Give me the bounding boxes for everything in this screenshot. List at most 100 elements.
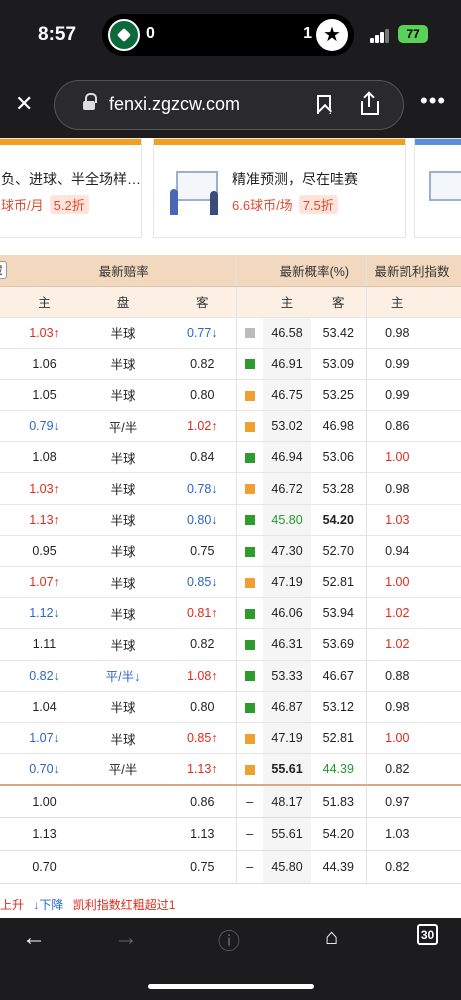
company-color-cell: [235, 504, 264, 536]
status-bar: 8:57 0 1 ★ 77: [0, 0, 461, 70]
summary-dash: –: [235, 783, 264, 819]
table-row: 1.03↑ 半球 0.77↓ 46.58 53.42 0.98: [0, 317, 461, 349]
web-content: 负、进球、半全场样… 球币/月 5.2折 精准预测，尽在哇赛 6.6球币/场 7.5…: [0, 138, 461, 918]
odds-table: 藏 最新赔率 最新概率(%) 最新凯利指数 主 盘 客 主 客 主: [0, 255, 461, 885]
live-activity[interactable]: 0 1 ★: [102, 14, 354, 56]
prob-home: 46.06: [263, 597, 312, 630]
summary-handicap: [77, 850, 169, 885]
prob-home: 46.31: [263, 628, 312, 661]
bookmark-icon[interactable]: [317, 95, 331, 114]
prob-home: 46.75: [263, 379, 312, 412]
row-spacer: [0, 348, 12, 380]
tabs-button[interactable]: 30: [417, 924, 438, 945]
handicap: 平/半: [77, 753, 169, 786]
away-odds: 0.75: [169, 535, 237, 568]
share-icon[interactable]: [361, 91, 379, 115]
prob-away: 44.39: [311, 753, 367, 786]
prob-away: 53.94: [311, 597, 367, 630]
row-trailing: [428, 441, 461, 474]
kelly-home: 0.94: [365, 535, 429, 568]
company-color-cell: [235, 628, 264, 661]
back-icon[interactable]: ←: [22, 924, 46, 952]
table-row: 1.11 半球 0.82 46.31 53.69 1.02: [0, 628, 461, 661]
kelly-home: 0.99: [365, 379, 429, 412]
prob-home: 46.94: [263, 441, 312, 474]
away-score: 1: [303, 25, 312, 42]
prob-home: 45.80: [263, 504, 312, 536]
summary-handicap: [77, 817, 169, 852]
summary-home: 1.13: [12, 817, 77, 852]
promo-banner-1[interactable]: 负、进球、半全场样… 球币/月 5.2折: [0, 138, 142, 238]
promo-banner-2[interactable]: 精准预测，尽在哇赛 6.6球币/场 7.5折: [153, 138, 406, 238]
promo-2-text: 精准预测，尽在哇赛: [232, 171, 358, 187]
more-icon[interactable]: •••: [420, 88, 446, 114]
prob-home: 53.33: [263, 660, 312, 692]
home-icon[interactable]: ⌂: [325, 924, 338, 950]
summary-row: 1.00 0.86–48.17 51.83 0.97: [0, 783, 461, 819]
close-icon[interactable]: ✕: [15, 91, 33, 117]
prob-home: 46.91: [263, 348, 312, 380]
prob-home: 53.02: [263, 410, 312, 443]
company-color-cell: [235, 753, 264, 786]
subheader-prob-home: 主: [263, 286, 312, 318]
hide-button[interactable]: 藏: [0, 261, 7, 280]
forward-icon[interactable]: →: [114, 924, 138, 952]
url-text: fenxi.zgzcw.com: [109, 94, 241, 114]
assistant-icon[interactable]: ⓘ: [218, 924, 240, 956]
table-row: 0.70↓ 平/半 1.13↑ 55.61 44.39 0.82: [0, 753, 461, 786]
promo-banner-3[interactable]: [414, 138, 461, 238]
row-trailing: [428, 628, 461, 661]
table-row: 0.79↓ 平/半 1.02↑ 53.02 46.98 0.86: [0, 410, 461, 443]
browser-toolbar: ← → ⓘ ⌂ 30: [0, 918, 461, 1000]
away-odds: 0.85↓: [169, 566, 237, 599]
away-odds: 0.80: [169, 379, 237, 412]
table-row: 1.08 半球 0.84 46.94 53.06 1.00: [0, 441, 461, 474]
row-spacer: [0, 379, 12, 412]
home-odds: 1.07↓: [12, 722, 77, 755]
row-trailing: [428, 817, 461, 852]
summary-row: 1.13 1.13–55.61 54.20 1.03: [0, 817, 461, 852]
row-trailing: [428, 783, 461, 819]
subheader-home: 主: [12, 286, 77, 318]
subheader-away: 客: [169, 286, 237, 318]
company-color-cell: [235, 535, 264, 568]
address-bar[interactable]: fenxi.zgzcw.com: [54, 80, 404, 130]
kelly-home: 1.02: [365, 597, 429, 630]
table-row: 1.05 半球 0.80 46.75 53.25 0.99: [0, 379, 461, 412]
handicap: 半球: [77, 722, 169, 755]
prob-away: 53.69: [311, 628, 367, 661]
legend: 上升 ↓下降 凯利指数红粗超过1: [0, 896, 175, 913]
table-row: 1.07↓ 半球 0.85↑ 47.19 52.81 1.00: [0, 722, 461, 755]
kelly-home: 1.00: [365, 441, 429, 474]
subheader-prob-away: 客: [311, 286, 367, 318]
handicap: 半球: [77, 441, 169, 474]
row-trailing: [428, 691, 461, 723]
company-color-cell: [235, 597, 264, 630]
table-row: 1.03↑ 半球 0.78↓ 46.72 53.28 0.98: [0, 472, 461, 505]
kelly-home: 0.99: [365, 348, 429, 380]
status-square-icon: [244, 515, 255, 526]
header-kelly-index: 最新凯利指数: [365, 255, 461, 287]
prob-home: 47.30: [263, 535, 312, 568]
summary-handicap: [77, 783, 169, 819]
kelly-home: 0.98: [365, 691, 429, 723]
row-trailing: [428, 472, 461, 505]
away-team-logo-icon: ★: [316, 19, 348, 51]
row-spacer: [0, 317, 12, 349]
home-odds: 1.11: [12, 628, 77, 661]
away-odds: 0.81↑: [169, 597, 237, 630]
status-square-icon: [244, 390, 255, 401]
kelly-home: 1.00: [365, 722, 429, 755]
table-row: 0.95 半球 0.75 47.30 52.70 0.94: [0, 535, 461, 568]
away-odds: 0.82: [169, 348, 237, 380]
kelly-home: 0.86: [365, 410, 429, 443]
promo-2-price: 6.6球币/场 7.5折: [232, 195, 338, 214]
prob-away: 53.12: [311, 691, 367, 723]
legend-kelly: 凯利指数红粗超过1: [72, 898, 176, 912]
prob-away: 46.98: [311, 410, 367, 443]
home-odds: 1.05: [12, 379, 77, 412]
legend-up: 上升: [0, 898, 25, 912]
status-square-icon: [244, 546, 255, 557]
prob-away: 46.67: [311, 660, 367, 692]
row-spacer: [0, 691, 12, 723]
